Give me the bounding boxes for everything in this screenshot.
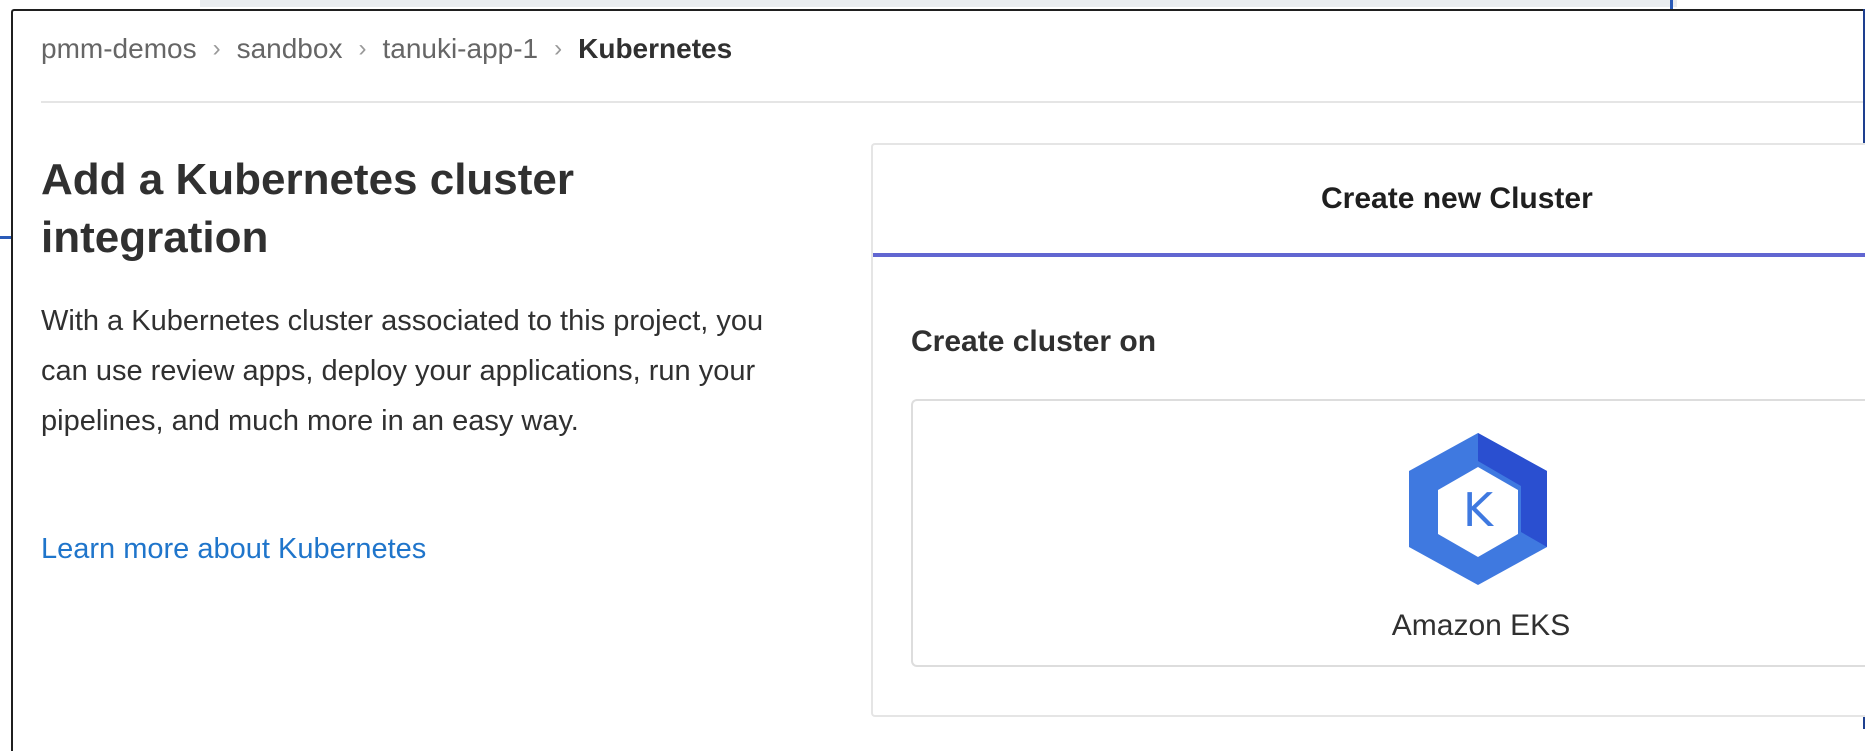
header-divider <box>41 101 1863 103</box>
background-window-edge <box>1670 0 1673 9</box>
breadcrumb-current[interactable]: Kubernetes <box>578 33 732 65</box>
tab-create-new-cluster[interactable]: Create new Cluster <box>873 145 1865 257</box>
page-description: With a Kubernetes cluster associated to … <box>41 305 764 437</box>
breadcrumb-item-subgroup[interactable]: sandbox <box>237 33 343 65</box>
chevron-right-icon: › <box>554 35 563 62</box>
section-label: Create cluster on <box>911 325 1157 358</box>
chevron-right-icon: › <box>212 35 221 62</box>
app-window: pmm-demos › sandbox › tanuki-app-1 › Kub… <box>11 9 1865 751</box>
logo-letter: K <box>1463 483 1495 537</box>
chevron-right-icon: › <box>358 35 367 62</box>
breadcrumb-item-project[interactable]: tanuki-app-1 <box>382 33 538 65</box>
background-window-strip <box>200 0 1677 7</box>
breadcrumb: pmm-demos › sandbox › tanuki-app-1 › Kub… <box>41 33 732 65</box>
provider-name: Amazon EKS <box>1391 609 1571 642</box>
tab-label: Create new Cluster <box>1321 182 1593 215</box>
breadcrumb-item-group[interactable]: pmm-demos <box>41 33 197 65</box>
create-cluster-card: Create new Cluster Create cluster on K A… <box>871 143 1865 717</box>
page-title: Add a Kubernetes cluster integration <box>41 155 575 262</box>
learn-more-link[interactable]: Learn more about Kubernetes <box>41 533 426 566</box>
kubernetes-eks-logo-icon: K <box>1409 433 1547 585</box>
provider-option-amazon-eks[interactable]: K Amazon EKS <box>911 399 1865 667</box>
